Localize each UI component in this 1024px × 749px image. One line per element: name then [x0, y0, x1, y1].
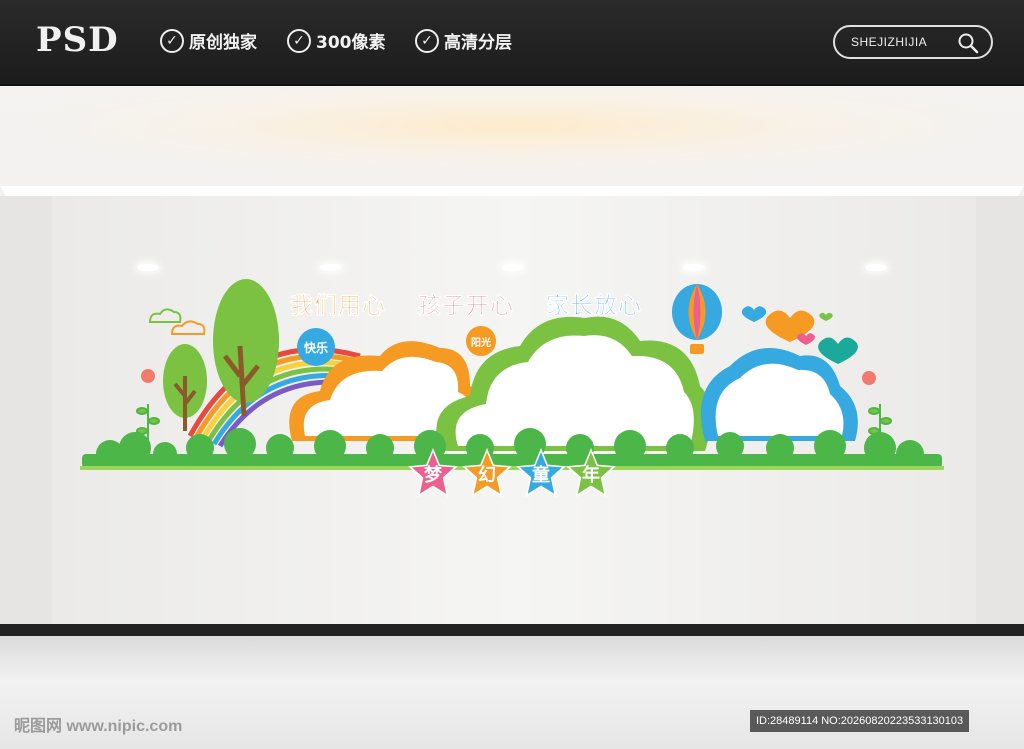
slogan-2: 孩子开心 [418, 293, 514, 320]
check-icon: ✓ [160, 28, 184, 53]
hot-air-balloon [672, 284, 722, 354]
outline-cloud [170, 320, 206, 335]
room-scene: 我们用心 孩子开心 家长放心 快乐 阳光 梦 幻 童 年 [0, 86, 1024, 749]
flower [862, 371, 876, 385]
check-icon: ✓ [415, 28, 439, 53]
search-label: SHEJIZHIJIA [851, 35, 928, 49]
mural-artwork [80, 279, 944, 470]
bubble-sunshine: 阳光 [466, 326, 496, 356]
heart [741, 306, 767, 322]
search-box[interactable]: SHEJIZHIJIA [833, 25, 993, 59]
badge-resolution: ✓ 300像素 [287, 28, 386, 53]
grass-edge [80, 466, 944, 470]
slogan-3: 家长放心 [546, 293, 642, 320]
top-bar: PSD ✓ 原创独家 ✓ 300像素 ✓ 高清分层 SHEJIZHIJIA [0, 0, 1024, 86]
badge-label: 高清分层 [444, 33, 512, 53]
heart [797, 333, 815, 345]
outline-cloud [148, 308, 182, 323]
slogan-1: 我们用心 [290, 293, 386, 320]
check-icon: ✓ [287, 28, 311, 53]
bubble-happy: 快乐 [297, 328, 335, 366]
brand-logo: PSD [36, 20, 119, 60]
badge-label: 300像素 [316, 33, 386, 53]
badge-layers: ✓ 高清分层 [415, 28, 512, 53]
watermark-site: 昵图网 www.nipic.com [14, 718, 183, 735]
heart [818, 337, 858, 364]
badge-label: 原创独家 [189, 33, 257, 53]
badge-original: ✓ 原创独家 [160, 28, 257, 53]
flower [141, 369, 155, 383]
search-icon[interactable] [957, 32, 979, 54]
watermark-id: ID:28489114 NO:20260820223533130103 [750, 710, 970, 732]
heart [819, 312, 833, 321]
